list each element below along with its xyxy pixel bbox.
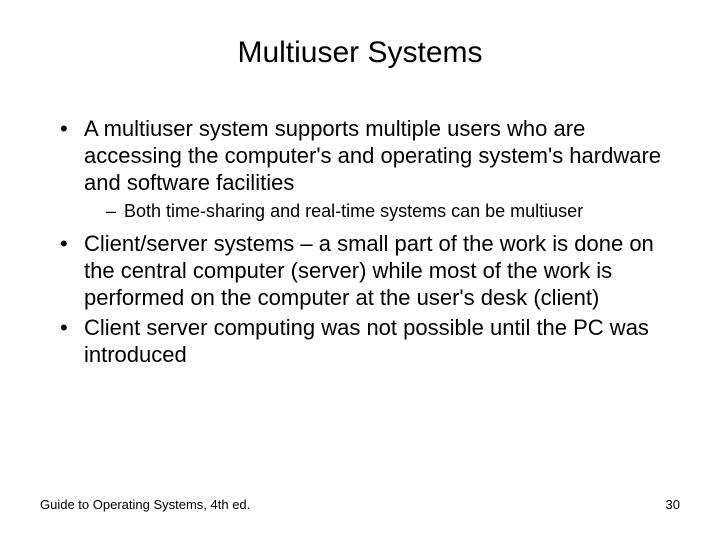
slide: Multiuser Systems A multiuser system sup… [0, 0, 720, 540]
page-number: 30 [666, 497, 680, 512]
sub-bullet-list: Both time-sharing and real-time systems … [84, 200, 680, 223]
bullet-item: Client/server systems – a small part of … [60, 231, 680, 311]
sub-bullet-text: Both time-sharing and real-time systems … [124, 201, 583, 221]
bullet-text: Client/server systems – a small part of … [84, 231, 654, 310]
bullet-text: Client server computing was not possible… [84, 315, 649, 367]
sub-bullet-item: Both time-sharing and real-time systems … [106, 200, 680, 223]
bullet-item: Client server computing was not possible… [60, 315, 680, 369]
footer: Guide to Operating Systems, 4th ed. 30 [40, 497, 680, 512]
bullet-list: A multiuser system supports multiple use… [40, 116, 680, 369]
bullet-text: A multiuser system supports multiple use… [84, 116, 661, 195]
footer-source: Guide to Operating Systems, 4th ed. [40, 497, 250, 512]
slide-title: Multiuser Systems [40, 36, 680, 70]
bullet-item: A multiuser system supports multiple use… [60, 116, 680, 223]
